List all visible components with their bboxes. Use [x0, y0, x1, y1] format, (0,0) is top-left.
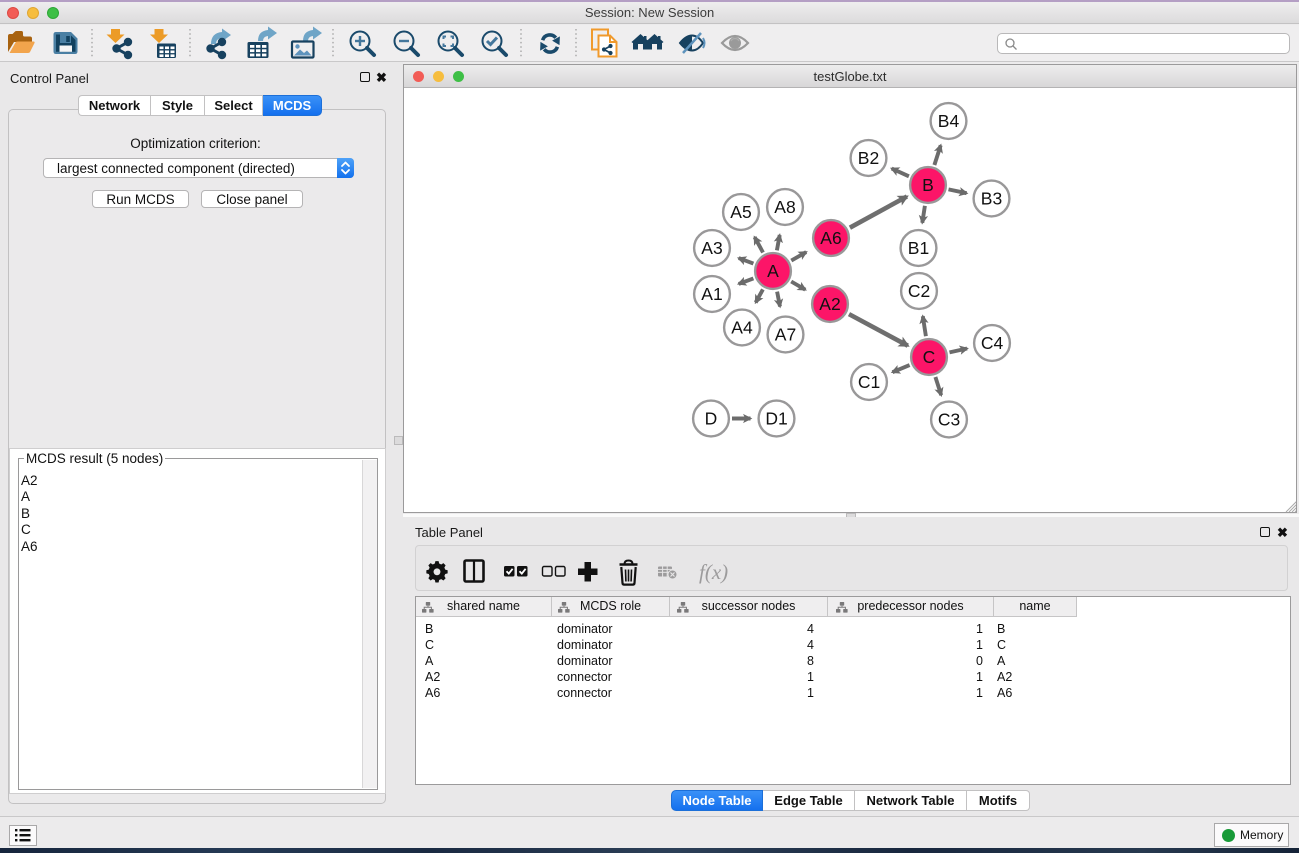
svg-text:A: A: [767, 261, 779, 281]
svg-text:A5: A5: [730, 202, 751, 222]
svg-text:C4: C4: [981, 333, 1004, 353]
svg-text:A2: A2: [819, 294, 840, 314]
svg-text:C3: C3: [938, 410, 960, 430]
svg-text:C1: C1: [858, 372, 880, 392]
svg-text:B4: B4: [938, 111, 960, 131]
svg-text:D1: D1: [765, 409, 787, 429]
svg-text:C2: C2: [908, 281, 930, 301]
svg-text:A1: A1: [701, 284, 722, 304]
svg-text:B: B: [922, 175, 934, 195]
svg-text:A7: A7: [775, 325, 796, 345]
svg-text:B1: B1: [908, 238, 929, 258]
svg-text:A6: A6: [820, 228, 841, 248]
svg-text:B2: B2: [858, 148, 879, 168]
svg-text:A8: A8: [774, 197, 795, 217]
svg-text:D: D: [705, 409, 718, 429]
svg-text:A4: A4: [731, 318, 753, 338]
svg-text:C: C: [923, 347, 936, 367]
svg-text:A3: A3: [701, 238, 722, 258]
svg-text:B3: B3: [981, 189, 1002, 209]
svg-text:f(x): f(x): [699, 560, 728, 584]
